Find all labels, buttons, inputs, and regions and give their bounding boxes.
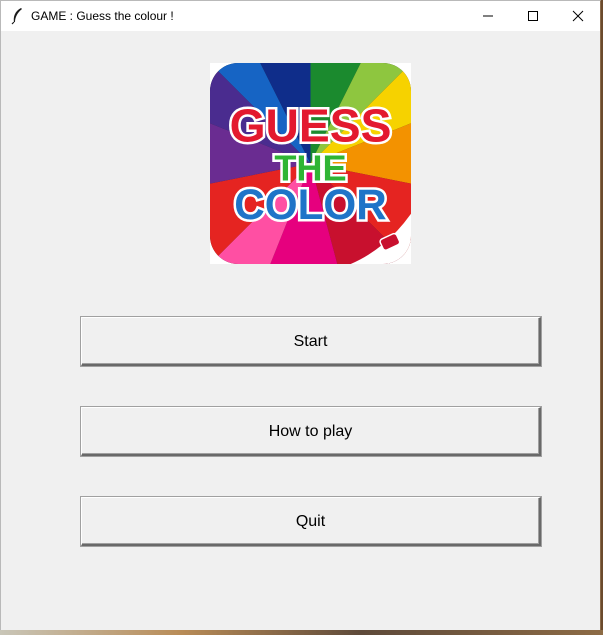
- main-content: GUESS THE COLOR Start How to play Quit: [1, 31, 600, 631]
- close-button[interactable]: [555, 1, 601, 31]
- logo-word-color: COLOR: [234, 181, 386, 228]
- maximize-button[interactable]: [510, 1, 556, 31]
- desktop-background-strip: [0, 630, 603, 635]
- app-window: GAME : Guess the colour ! GUESS THE COLO…: [0, 0, 601, 632]
- title-bar[interactable]: GAME : Guess the colour !: [1, 1, 600, 31]
- quit-button[interactable]: Quit: [81, 497, 541, 546]
- close-icon: [572, 10, 584, 22]
- how-to-play-button[interactable]: How to play: [81, 407, 541, 456]
- maximize-icon: [528, 11, 538, 21]
- logo-word-guess: GUESS: [230, 99, 392, 151]
- minimize-button[interactable]: [465, 1, 511, 31]
- guess-the-color-logo: GUESS THE COLOR: [210, 63, 411, 264]
- window-title: GAME : Guess the colour !: [31, 9, 174, 23]
- minimize-icon: [483, 15, 493, 17]
- feather-icon: [11, 8, 22, 25]
- start-button[interactable]: Start: [81, 317, 541, 366]
